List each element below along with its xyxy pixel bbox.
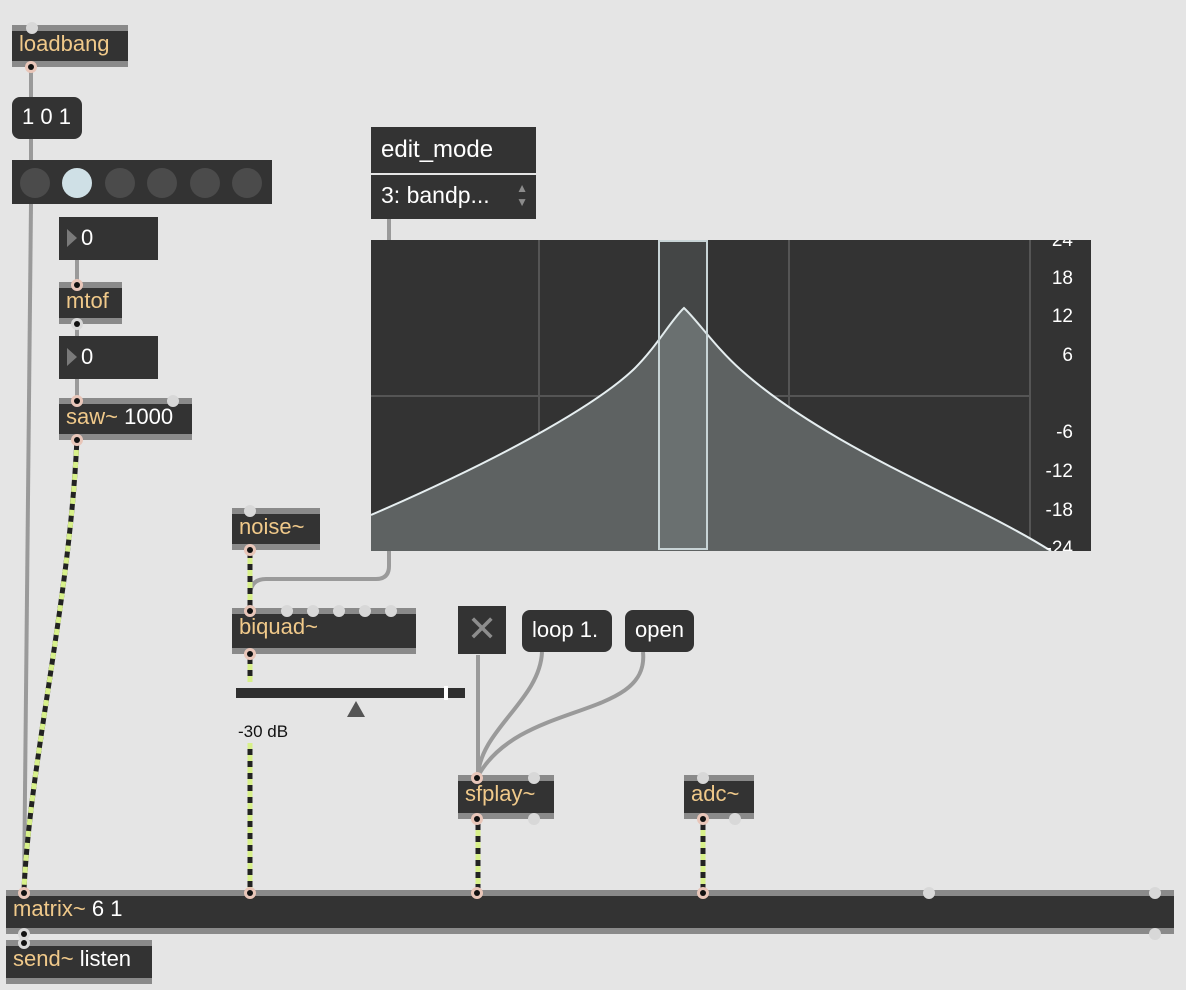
mtof-object[interactable]: mtof [59,279,122,330]
biquad-inlet-6[interactable] [385,605,397,617]
y-label-minus6: -6 [1056,422,1073,443]
gain-value-label: -30 dB [238,722,289,741]
send-args: listen [79,946,132,971]
filtergraph[interactable]: 24 18 12 6 -6 -12 -18 -24 [371,240,1091,551]
message-loop-text: loop 1. [532,617,599,642]
sfplay-inlet-2[interactable] [528,772,540,784]
adc-outlet[interactable] [697,813,709,825]
noise-outlet[interactable] [244,544,256,556]
message-box-open[interactable]: open [625,610,694,652]
message-text: 1 0 1 [22,104,71,129]
adc-outlet-2[interactable] [729,813,741,825]
saw-object[interactable]: saw~ 1000 [59,395,192,446]
x-icon: ✕ [467,608,498,649]
saw-class: saw~ [66,404,118,429]
matrix-class: matrix~ [13,896,86,921]
saw-outlet[interactable] [71,434,83,446]
biquad-inlet-2[interactable] [281,605,293,617]
cord-open-to-sfplay [476,651,646,777]
biquad-inlet-1[interactable] [244,605,256,617]
radio-option-2[interactable] [62,168,92,198]
mtof-label: mtof [66,288,109,313]
message-box-loop[interactable]: loop 1. [522,610,612,652]
filter-mode-menu[interactable]: 3: bandp... ▲ ▼ [371,175,536,219]
cord-filtergraph-to-biquad [248,551,391,610]
filter-response-curve [371,308,1051,551]
sfplay-label: sfplay~ [465,781,536,806]
noise-label: noise~ [239,514,305,539]
saw-args: 1000 [124,404,174,429]
number-box-midi[interactable]: 0 [59,217,158,260]
matrix-outlet-2[interactable] [1149,928,1161,940]
loadbang-inlet[interactable] [26,22,38,34]
message-open-text: open [635,617,684,642]
bandwidth-region [658,240,708,550]
saw-inlet-2[interactable] [167,395,179,407]
adc-inlet[interactable] [697,772,709,784]
gain-slider-marker [444,686,448,700]
biquad-label: biquad~ [239,614,318,639]
cord-radio-to-matrix [22,203,33,891]
radio-option-5[interactable] [190,168,220,198]
filter-response-plot [371,240,1052,551]
saw-inlet-1[interactable] [71,395,83,407]
message-box-101[interactable]: 1 0 1 [12,97,82,139]
radio-option-3[interactable] [105,168,135,198]
send-object[interactable]: send~ listen [6,937,152,984]
y-label-12: 12 [1051,306,1073,327]
matrix-object[interactable]: matrix~ 6 1 [6,887,1174,940]
biquad-outlet[interactable] [244,648,256,660]
number-triangle-icon [67,229,77,247]
loadbang-outlet[interactable] [25,61,37,73]
loadbang-label: loadbang [19,31,110,56]
y-label-6: 6 [1062,345,1073,366]
send-inlet[interactable] [18,937,30,949]
updown-arrows-icon: ▲ ▼ [516,181,528,209]
mtof-inlet[interactable] [71,279,83,291]
sfplay-inlet[interactable] [471,772,483,784]
biquad-inlet-3[interactable] [307,605,319,617]
radio-option-6[interactable] [232,168,262,198]
biquad-inlet-5[interactable] [359,605,371,617]
sfplay-outlet-2[interactable] [528,813,540,825]
matrix-inlet-1[interactable] [18,887,30,899]
matrix-args: 6 1 [91,896,123,921]
number-box-freq[interactable]: 0 [59,336,158,379]
y-label-minus12: -12 [1045,461,1073,482]
number-value: 0 [81,225,94,250]
umenu-label: edit_mode [371,127,536,173]
y-label-minus18: -18 [1045,500,1073,521]
matrix-inlet-6[interactable] [1149,887,1161,899]
adc-label: adc~ [691,781,740,806]
sfplay-object[interactable]: sfplay~ [458,772,554,825]
radiogroup[interactable] [12,160,272,204]
y-label-24: 24 [1051,240,1073,251]
number-value: 0 [81,344,94,369]
gain-slider[interactable] [236,688,465,698]
matrix-inlet-2[interactable] [244,887,256,899]
noise-object[interactable]: noise~ [232,505,320,556]
filter-mode-selected: 3: bandp... [381,182,490,208]
cord-loop-to-sfplay [476,651,544,777]
sfplay-outlet[interactable] [471,813,483,825]
radio-option-1[interactable] [20,168,50,198]
biquad-inlet-4[interactable] [333,605,345,617]
y-label-minus24: -24 [1045,538,1073,551]
loadbang-object[interactable]: loadbang [12,22,128,73]
matrix-inlet-5[interactable] [923,887,935,899]
mtof-outlet[interactable] [71,318,83,330]
gain-slider-knob[interactable] [347,701,365,717]
biquad-object[interactable]: biquad~ [232,605,416,660]
send-class: send~ [13,946,74,971]
y-label-18: 18 [1051,268,1073,289]
matrix-inlet-3[interactable] [471,887,483,899]
radio-option-4[interactable] [147,168,177,198]
adc-object[interactable]: adc~ [684,772,754,825]
matrix-inlet-4[interactable] [697,887,709,899]
number-triangle-icon [67,348,77,366]
toggle[interactable]: ✕ [458,606,506,654]
noise-inlet[interactable] [244,505,256,517]
